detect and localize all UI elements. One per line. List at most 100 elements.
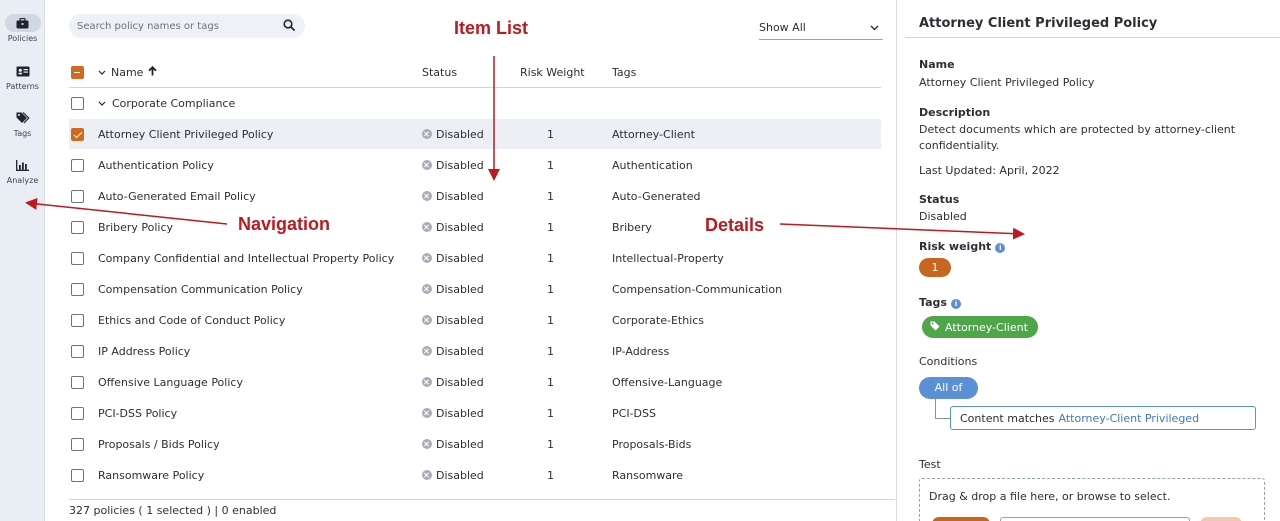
condition-pattern-link[interactable]: Attorney-Client Privileged [1059, 412, 1200, 425]
details-title: Attorney Client Privileged Policy [919, 16, 1158, 31]
policy-risk-weight: 1 [547, 158, 554, 172]
policy-name: Compensation Communication Policy [98, 282, 303, 296]
table-row[interactable]: PCI-DSS Policy Disabled 1 PCI-DSS [69, 398, 881, 429]
column-header-name[interactable]: Name [98, 65, 158, 79]
status-value: Disabled [919, 210, 967, 223]
conditions-label: Conditions [919, 355, 978, 368]
policy-status: Disabled [422, 252, 484, 265]
row-checkbox[interactable] [71, 221, 84, 234]
test-label: Test [919, 458, 941, 471]
policy-tag: Corporate-Ethics [612, 313, 705, 327]
risk-weight-label-text: Risk weight [919, 240, 992, 253]
search-box[interactable] [69, 14, 305, 38]
column-header-risk-weight[interactable]: Risk Weight [520, 66, 585, 79]
policy-status-text: Disabled [436, 127, 484, 141]
policy-status: Disabled [422, 438, 484, 451]
name-label: Name [919, 58, 955, 71]
filter-dropdown[interactable]: Show All [759, 16, 883, 40]
details-title-divider [905, 37, 1280, 38]
row-checkbox[interactable] [71, 159, 84, 172]
policy-risk-weight: 1 [547, 127, 554, 141]
policy-status: Disabled [422, 376, 484, 389]
row-checkbox[interactable] [71, 345, 84, 358]
row-checkbox[interactable] [71, 376, 84, 389]
tags-icon [5, 109, 41, 127]
table-row[interactable]: Attorney Client Privileged Policy Disable… [69, 119, 881, 150]
tag-icon [930, 321, 940, 334]
policy-risk-weight: 1 [547, 344, 554, 358]
policy-name: Ransomware Policy [98, 468, 205, 482]
test-button[interactable] [932, 517, 990, 521]
table-row[interactable]: Ransomware Policy Disabled 1 Ransomware [69, 460, 881, 491]
disabled-x-icon [422, 346, 432, 356]
column-header-status[interactable]: Status [422, 66, 457, 79]
list-footer-summary: 327 policies ( 1 selected ) | 0 enabled [69, 504, 277, 517]
policy-status: Disabled [422, 159, 484, 172]
group-checkbox[interactable] [71, 97, 84, 110]
bar-chart-icon [5, 156, 41, 174]
policy-tag: IP-Address [612, 344, 670, 358]
disabled-x-icon [422, 408, 432, 418]
table-row[interactable]: Ethics and Code of Conduct Policy Disable… [69, 305, 881, 336]
policy-risk-weight: 1 [547, 375, 554, 389]
table-row[interactable]: Company Confidential and Intellectual Pr… [69, 243, 881, 274]
nav-item-analyze[interactable]: Analyze [0, 156, 45, 185]
policy-list-pane: Show All Item List Name Status Risk Weig… [53, 0, 947, 521]
disabled-x-icon [422, 315, 432, 325]
tags-label: Tags i [919, 296, 961, 309]
table-row[interactable]: IP Address Policy Disabled 1 IP-Address [69, 336, 881, 367]
policy-risk-weight: 1 [547, 220, 554, 234]
table-row[interactable]: Auto-Generated Email Policy Disabled 1 Auto… [69, 181, 881, 212]
row-checkbox[interactable] [71, 128, 84, 141]
nav-item-patterns[interactable]: Patterns [0, 62, 45, 91]
group-toggle[interactable]: Corporate Compliance [98, 97, 235, 110]
row-checkbox[interactable] [71, 190, 84, 203]
table-row[interactable]: Offensive Language Policy Disabled 1 Offens… [69, 367, 881, 398]
select-all-checkbox[interactable] [71, 66, 84, 79]
column-name-label: Name [111, 65, 144, 79]
clear-button[interactable] [1200, 517, 1242, 521]
group-row[interactable]: Corporate Compliance [69, 88, 881, 119]
policy-name: Authentication Policy [98, 158, 214, 172]
table-row[interactable]: Compensation Communication Policy Disable… [69, 274, 881, 305]
file-drop-zone[interactable]: Drag & drop a file here, or browse to se… [919, 478, 1265, 521]
condition-tree-line [935, 399, 936, 418]
description-line-2: confidentiality. [919, 139, 1000, 152]
tag-chip[interactable]: Attorney-Client [922, 316, 1038, 338]
chevron-down-icon [98, 66, 106, 79]
all-of-pill[interactable]: All of [919, 377, 978, 399]
policy-status: Disabled [422, 221, 484, 234]
row-checkbox[interactable] [71, 252, 84, 265]
policy-risk-weight: 1 [547, 313, 554, 327]
condition-item[interactable]: Content matches Attorney-Client Privileg… [950, 406, 1256, 430]
table-row[interactable]: Proposals / Bids Policy Disabled 1 Proposal… [69, 429, 881, 460]
group-label: Corporate Compliance [112, 96, 236, 110]
last-updated: Last Updated: April, 2022 [919, 164, 1060, 177]
row-checkbox[interactable] [71, 407, 84, 420]
nav-item-tags[interactable]: Tags [0, 109, 45, 138]
row-checkbox[interactable] [71, 314, 84, 327]
policy-name: Ethics and Code of Conduct Policy [98, 313, 286, 327]
nav-item-policies[interactable]: Policies [0, 14, 45, 43]
nav-label: Patterns [6, 82, 39, 91]
policy-name: Company Confidential and Intellectual Pr… [98, 251, 395, 265]
table-header: Name Status Risk Weight Tags [69, 57, 881, 88]
column-header-tags[interactable]: Tags [612, 66, 636, 79]
info-icon[interactable]: i [950, 299, 961, 309]
nav-rail: Policies Patterns Tags Analyze [0, 0, 45, 521]
risk-weight-badge: 1 [919, 258, 951, 277]
table-row[interactable]: Authentication Policy Disabled 1 Authentica… [69, 150, 881, 181]
nav-label: Policies [7, 34, 38, 43]
disabled-x-icon [422, 160, 432, 170]
disabled-x-icon [422, 222, 432, 232]
policy-status: Disabled [422, 407, 484, 420]
policy-name: Offensive Language Policy [98, 375, 243, 389]
policy-status-text: Disabled [436, 468, 484, 482]
search-icon[interactable] [283, 18, 295, 34]
row-checkbox[interactable] [71, 438, 84, 451]
file-input[interactable] [1000, 517, 1190, 521]
search-input[interactable] [77, 20, 283, 32]
row-checkbox[interactable] [71, 283, 84, 296]
row-checkbox[interactable] [71, 469, 84, 482]
info-icon[interactable]: i [995, 243, 1006, 253]
